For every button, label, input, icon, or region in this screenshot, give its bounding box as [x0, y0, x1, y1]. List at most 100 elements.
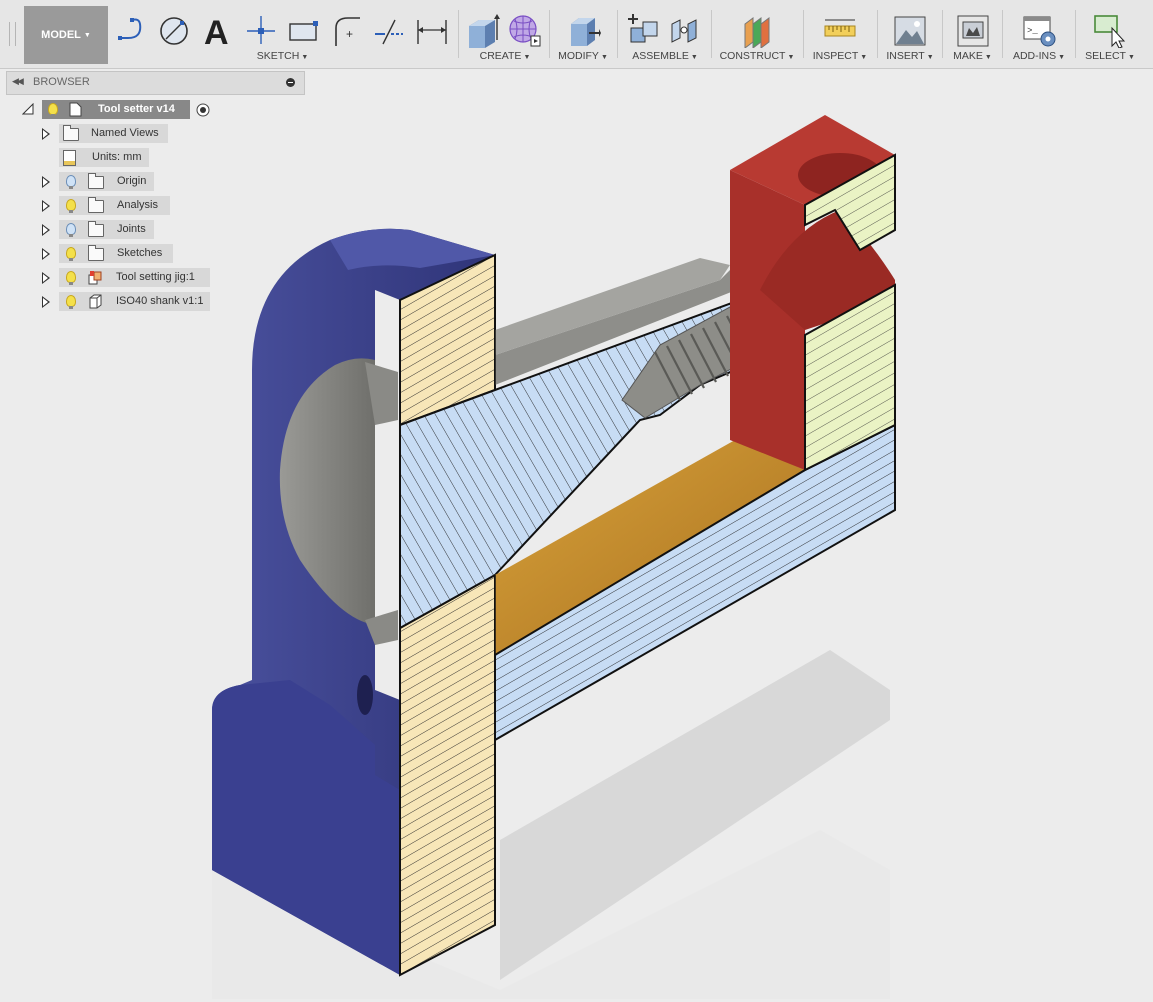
document-icon: [63, 150, 76, 166]
toolbar-divider: [877, 10, 878, 58]
folder-icon: [88, 197, 104, 213]
collapse-left-icon[interactable]: ◀◀: [12, 76, 24, 87]
make-menu[interactable]: MAKE ▼: [945, 50, 1000, 62]
collapsed-triangle-icon[interactable]: [42, 176, 50, 188]
chevron-down-icon: ▼: [787, 54, 795, 61]
upright-section-bottom: [399, 573, 496, 977]
select-group: SELECT ▼: [1078, 6, 1142, 64]
select-icon[interactable]: [1092, 12, 1128, 48]
inspect-menu[interactable]: INSPECT ▼: [806, 50, 874, 62]
extrude-icon[interactable]: [465, 12, 501, 48]
3d-print-icon[interactable]: [955, 12, 991, 48]
browser-header[interactable]: ◀◀ BROWSER: [6, 71, 305, 95]
browser-item-units[interactable]: Units: mm: [40, 148, 240, 168]
folder-icon: [88, 221, 104, 237]
toolbar-divider: [1002, 10, 1003, 58]
trim-icon[interactable]: [371, 12, 407, 48]
visibility-bulb-icon[interactable]: [48, 103, 58, 117]
body-icon: [89, 294, 102, 309]
scripts-icon[interactable]: >_: [1021, 12, 1057, 48]
iso40-shank-node[interactable]: ISO40 shank v1:1: [59, 292, 210, 311]
add-ins-group: >_ ADD-INS ▼: [1005, 6, 1073, 64]
browser-root[interactable]: Tool setter v14: [20, 100, 220, 120]
create-menu[interactable]: CREATE ▼: [462, 50, 548, 62]
rectangle-icon[interactable]: [285, 12, 321, 48]
text-icon[interactable]: A: [199, 12, 235, 48]
chevron-down-icon: ▼: [926, 54, 934, 61]
browser-item-origin[interactable]: Origin: [40, 172, 240, 192]
collapsed-triangle-icon[interactable]: [42, 200, 50, 212]
minimize-icon[interactable]: [286, 78, 295, 87]
chevron-down-icon: ▼: [83, 31, 91, 39]
sketch-label: SKETCH: [256, 50, 300, 62]
origin-node[interactable]: Origin: [59, 172, 154, 191]
named-views-node[interactable]: Named Views: [59, 124, 168, 143]
collapsed-triangle-icon[interactable]: [42, 128, 50, 140]
measure-icon[interactable]: [822, 12, 858, 48]
insert-menu[interactable]: INSERT ▼: [880, 50, 940, 62]
press-pull-icon[interactable]: [565, 12, 601, 48]
collapsed-triangle-icon[interactable]: [42, 224, 50, 236]
point-icon[interactable]: [243, 12, 279, 48]
browser-item-iso40-shank[interactable]: ISO40 shank v1:1: [40, 292, 240, 312]
joints-node[interactable]: Joints: [59, 220, 154, 239]
browser-item-tool-setting-jig[interactable]: Tool setting jig:1: [40, 268, 240, 288]
construct-menu[interactable]: CONSTRUCT ▼: [714, 50, 800, 62]
activate-radio-icon[interactable]: [196, 103, 210, 117]
offset-plane-icon[interactable]: [739, 12, 775, 48]
chevron-down-icon: ▼: [1058, 54, 1066, 61]
visibility-bulb-icon[interactable]: [66, 271, 76, 285]
browser-item-analysis[interactable]: Analysis: [40, 196, 240, 216]
visibility-bulb-icon[interactable]: [66, 175, 76, 189]
select-menu[interactable]: SELECT ▼: [1078, 50, 1142, 62]
sketch-group: A + SKETCH ▼: [110, 6, 455, 64]
collapsed-triangle-icon[interactable]: [42, 248, 50, 260]
make-group: MAKE ▼: [945, 6, 1000, 64]
analysis-label: Analysis: [117, 199, 158, 211]
line-icon[interactable]: [114, 12, 150, 48]
toolbar-grip[interactable]: [9, 22, 16, 46]
sketches-node[interactable]: Sketches: [59, 244, 173, 263]
joint-icon[interactable]: [668, 12, 704, 48]
add-ins-menu[interactable]: ADD-INS ▼: [1005, 50, 1073, 62]
main-toolbar: MODEL ▼ A + SKETCH ▼ CREATE ▼ MODIFY ▼ A…: [0, 0, 1153, 69]
new-component-icon[interactable]: [625, 12, 661, 48]
iso40-shank-label: ISO40 shank v1:1: [116, 295, 204, 307]
browser-item-named-views[interactable]: Named Views: [40, 124, 240, 144]
tool-setting-jig-node[interactable]: Tool setting jig:1: [59, 268, 210, 287]
fillet-icon[interactable]: +: [328, 12, 364, 48]
toolbar-divider: [549, 10, 550, 58]
modify-label: MODIFY: [558, 50, 599, 62]
visibility-bulb-icon[interactable]: [66, 199, 76, 213]
root-node[interactable]: Tool setter v14: [42, 100, 190, 119]
toolbar-divider: [803, 10, 804, 58]
chevron-down-icon: ▼: [1127, 54, 1135, 61]
units-node[interactable]: Units: mm: [59, 148, 149, 167]
foot-hole: [357, 675, 373, 715]
folder-icon: [63, 125, 79, 141]
sketch-menu[interactable]: SKETCH ▼: [110, 50, 455, 62]
visibility-bulb-icon[interactable]: [66, 247, 76, 261]
collapsed-triangle-icon[interactable]: [42, 296, 50, 308]
form-icon[interactable]: [506, 12, 542, 48]
folder-icon: [88, 245, 104, 261]
visibility-bulb-icon[interactable]: [66, 295, 76, 309]
workspace-label: MODEL: [41, 29, 81, 41]
browser-item-joints[interactable]: Joints: [40, 220, 240, 240]
browser-title: BROWSER: [33, 76, 90, 88]
collapsed-triangle-icon[interactable]: [42, 272, 50, 284]
toolbar-divider: [942, 10, 943, 58]
dimension-icon[interactable]: [414, 12, 450, 48]
component-icon: [88, 271, 102, 285]
modify-menu[interactable]: MODIFY ▼: [552, 50, 614, 62]
expanded-triangle-icon[interactable]: [22, 103, 34, 115]
visibility-bulb-icon[interactable]: [66, 223, 76, 237]
toolbar-divider: [711, 10, 712, 58]
workspace-switcher-button[interactable]: MODEL ▼: [24, 6, 108, 64]
analysis-node[interactable]: Analysis: [59, 196, 170, 215]
add-ins-label: ADD-INS: [1012, 50, 1057, 62]
insert-image-icon[interactable]: [892, 12, 928, 48]
assemble-menu[interactable]: ASSEMBLE ▼: [620, 50, 710, 62]
circle-icon[interactable]: [156, 12, 192, 48]
browser-item-sketches[interactable]: Sketches: [40, 244, 240, 264]
